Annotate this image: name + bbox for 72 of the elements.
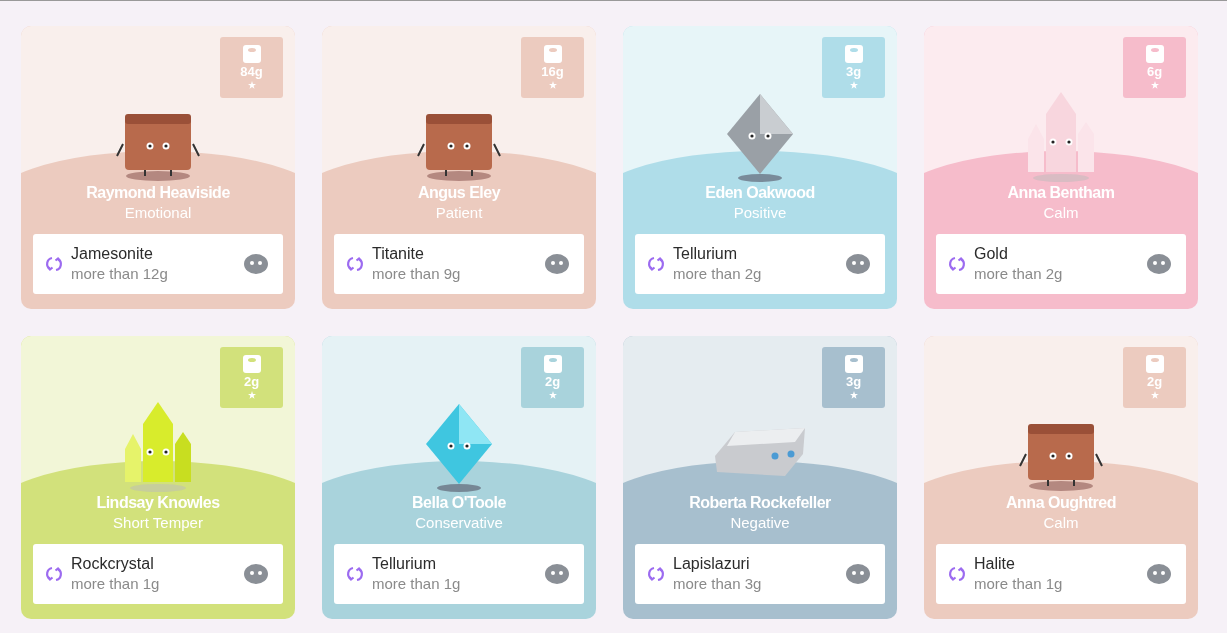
character-card[interactable]: 16g Angus Eley Patient Titanite more than 9g	[322, 26, 596, 309]
weight-label: 84g	[240, 63, 263, 80]
scale-icon	[844, 355, 863, 373]
swap-icon	[45, 255, 63, 273]
scale-icon	[844, 45, 863, 63]
character-name: Lindsay Knowles	[96, 493, 220, 513]
mineral-requirement: more than 1g	[974, 574, 1064, 594]
character-name: Angus Eley	[417, 183, 501, 203]
character-name: Raymond Heaviside	[86, 183, 230, 203]
mineral-requirement: more than 9g	[372, 264, 462, 284]
mineral-requirement: more than 1g	[71, 574, 161, 594]
weight-label: 3g	[845, 373, 862, 390]
mineral-name: Gold	[974, 244, 1009, 264]
character-trait: Emotional	[124, 203, 192, 222]
character-name: Anna Oughtred	[1006, 493, 1116, 513]
star-icon	[1150, 81, 1159, 89]
star-icon	[247, 391, 256, 399]
character-trait: Negative	[730, 513, 790, 532]
mineral-name: Lapislazuri	[673, 554, 751, 574]
weight-label: 3g	[845, 63, 862, 80]
swap-icon	[346, 565, 364, 583]
character-name: Eden Oakwood	[705, 183, 815, 203]
mineral-requirement: more than 2g	[974, 264, 1064, 284]
character-trait: Positive	[733, 203, 787, 222]
character-name: Anna Bentham	[1007, 183, 1115, 203]
character-card[interactable]: 6g Anna Bentham Calm Gold more than 2g	[924, 26, 1198, 309]
character-card[interactable]: 2g Anna Oughtred Calm Halite more than 1g	[924, 336, 1198, 619]
character-card[interactable]: 84g Raymond Heaviside Emotional Jamesonite more than 12g	[21, 26, 295, 309]
swap-icon	[45, 565, 63, 583]
mineral-requirement: more than 1g	[372, 574, 462, 594]
swap-icon	[647, 565, 665, 583]
character-trait: Short Temper	[113, 513, 203, 532]
mineral-name: Rockcrystal	[71, 554, 155, 574]
scale-icon	[1145, 355, 1164, 373]
character-name: Roberta Rockefeller	[689, 493, 831, 513]
star-icon	[548, 391, 557, 399]
character-card[interactable]: 2g Bella O'Toole Conservative Tellurium more than 1g	[322, 336, 596, 619]
scale-icon	[543, 355, 562, 373]
character-trait: Calm	[1043, 203, 1079, 222]
character-card[interactable]: 3g Roberta Rockefeller Negative Lapislazuri more than 3g	[623, 336, 897, 619]
weight-label: 2g	[544, 373, 561, 390]
scale-icon	[242, 355, 261, 373]
mineral-name: Titanite	[372, 244, 425, 264]
scale-icon	[242, 45, 261, 63]
swap-icon	[346, 255, 364, 273]
weight-label: 16g	[541, 63, 564, 80]
star-icon	[849, 81, 858, 89]
weight-label: 6g	[1146, 63, 1163, 80]
character-card[interactable]: 3g Eden Oakwood Positive Tellurium more than 2g	[623, 26, 897, 309]
character-trait: Calm	[1043, 513, 1079, 532]
character-name: Bella O'Toole	[412, 493, 506, 513]
mineral-name: Tellurium	[673, 244, 738, 264]
character-trait: Patient	[435, 203, 483, 222]
star-icon	[548, 81, 557, 89]
character-trait: Conservative	[415, 513, 503, 532]
scale-icon	[543, 45, 562, 63]
character-card[interactable]: 2g Lindsay Knowles Short Temper Rockcrystal more than 1g	[21, 336, 295, 619]
mineral-requirement: more than 3g	[673, 574, 763, 594]
swap-icon	[948, 255, 966, 273]
mineral-name: Tellurium	[372, 554, 437, 574]
swap-icon	[948, 565, 966, 583]
scale-icon	[1145, 45, 1164, 63]
mineral-requirement: more than 2g	[673, 264, 763, 284]
star-icon	[247, 81, 256, 89]
mineral-name: Jamesonite	[71, 244, 154, 264]
mineral-requirement: more than 12g	[71, 264, 169, 284]
weight-label: 2g	[243, 373, 260, 390]
weight-label: 2g	[1146, 373, 1163, 390]
swap-icon	[647, 255, 665, 273]
mineral-name: Halite	[974, 554, 1016, 574]
star-icon	[849, 391, 858, 399]
star-icon	[1150, 391, 1159, 399]
